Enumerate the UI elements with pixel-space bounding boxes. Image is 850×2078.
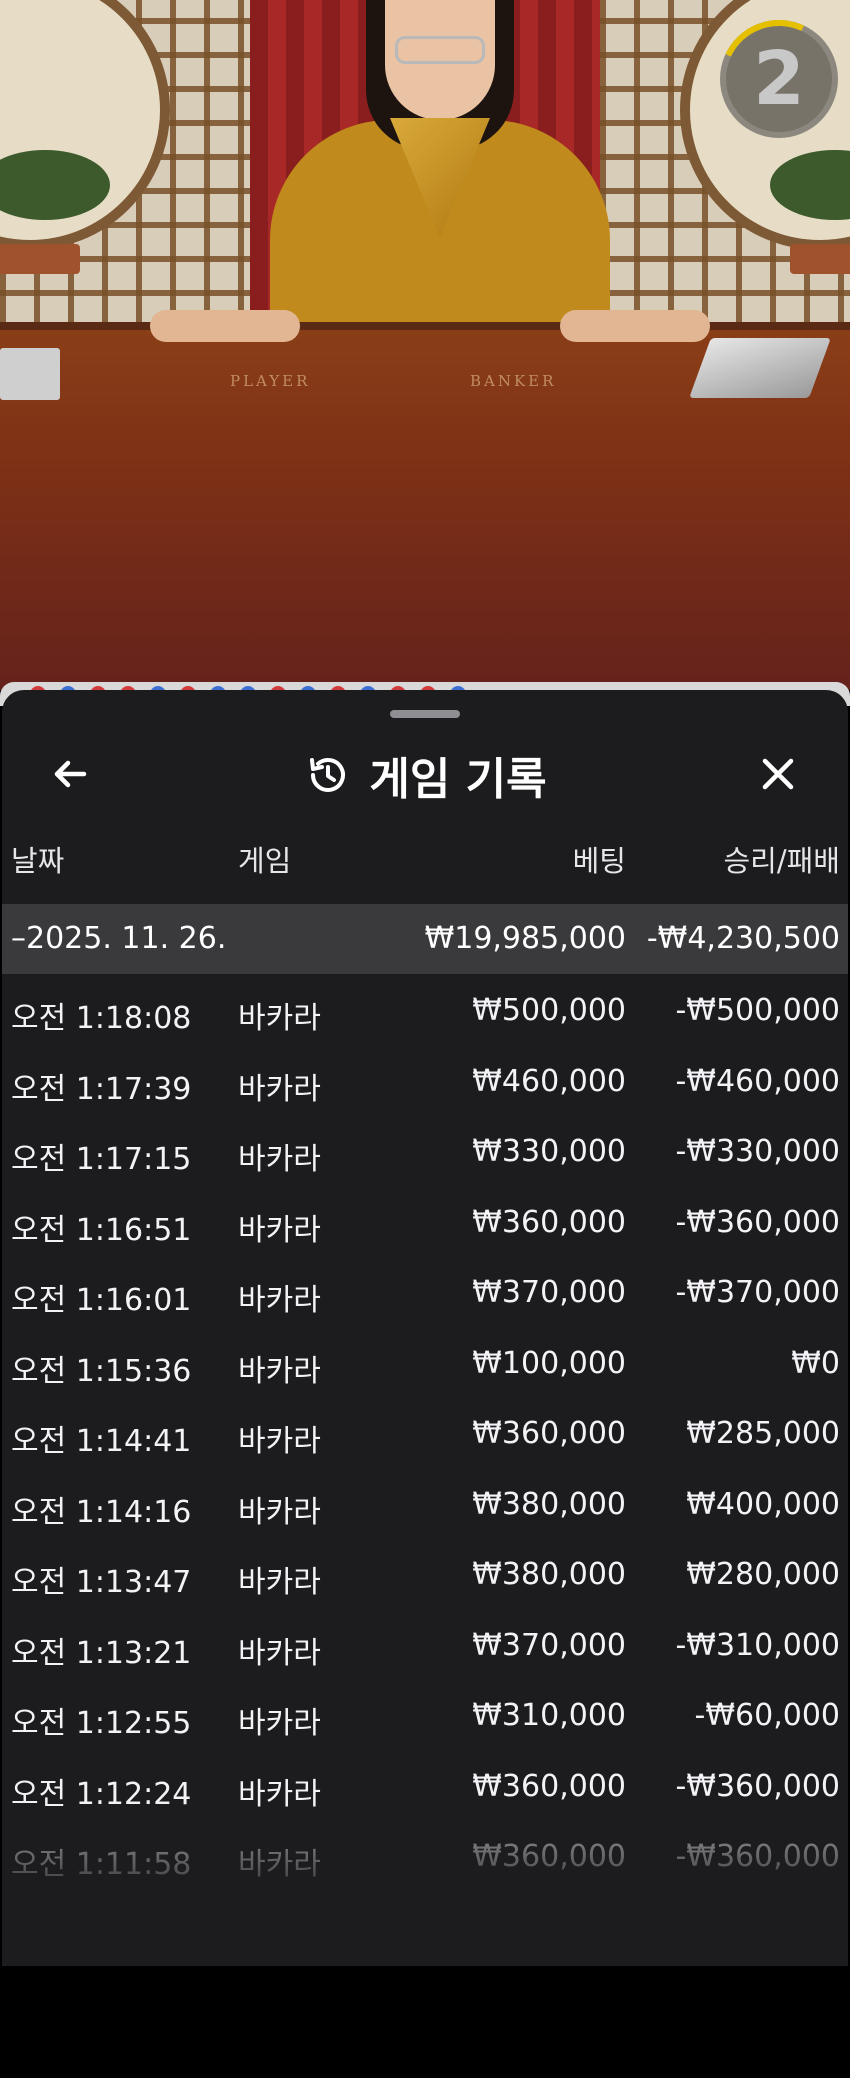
row-game: 바카라 xyxy=(238,1212,321,1248)
history-row[interactable]: 오전 1:13:47 바카라 ₩380,000 ₩280,000 xyxy=(2,1538,848,1609)
row-bet: ₩100,000 xyxy=(472,1345,626,1381)
column-header-bet: 베팅 xyxy=(572,844,626,878)
panel-header: 게임 기록 xyxy=(2,740,848,810)
bonsai-pot-right xyxy=(790,244,850,274)
close-button[interactable] xyxy=(750,746,806,802)
row-result: -₩370,000 xyxy=(675,1275,840,1310)
row-result: ₩400,000 xyxy=(686,1486,840,1522)
round-timer-number: 2 xyxy=(753,36,805,122)
row-bet: ₩360,000 xyxy=(472,1416,626,1451)
row-game: 바카라 xyxy=(238,1142,321,1177)
dealer-arm-right xyxy=(560,310,710,342)
row-bet: ₩370,000 xyxy=(472,1275,626,1310)
live-video-feed: PLAYER BANKER 2 xyxy=(0,0,850,690)
history-row[interactable]: 오전 1:14:16 바카라 ₩380,000 ₩400,000 xyxy=(2,1468,848,1539)
table-header: 날짜 게임 베팅 승리/패배 xyxy=(2,838,848,888)
row-game: 바카라 xyxy=(238,1283,321,1318)
row-result: ₩285,000 xyxy=(686,1416,840,1451)
history-row[interactable]: 오전 1:15:36 바카라 ₩100,000 ₩0 xyxy=(2,1327,848,1398)
row-result: -₩500,000 xyxy=(675,993,840,1028)
row-time: 오전 1:12:55 xyxy=(11,1706,192,1741)
panel-title: 게임 기록 xyxy=(369,754,547,805)
history-row[interactable]: 오전 1:17:39 바카라 ₩460,000 -₩460,000 xyxy=(2,1045,848,1116)
summary-bet-total: ₩19,985,000 xyxy=(424,921,626,956)
row-result: -₩60,000 xyxy=(694,1698,840,1733)
row-game: 바카라 xyxy=(238,1776,321,1812)
column-header-game: 게임 xyxy=(238,844,292,878)
row-game: 바카라 xyxy=(238,1635,321,1671)
table-label-banker: BANKER xyxy=(470,372,557,390)
row-bet: ₩330,000 xyxy=(472,1134,626,1169)
row-time: 오전 1:11:58 xyxy=(11,1847,192,1882)
row-result: -₩310,000 xyxy=(675,1627,840,1663)
row-game: 바카라 xyxy=(238,1494,321,1530)
row-result: ₩0 xyxy=(791,1345,840,1381)
game-history-panel: 게임 기록 날짜 게임 베팅 승리/패배 –2025. 11. 26. ₩19,… xyxy=(2,690,848,1966)
row-time: 오전 1:15:36 xyxy=(11,1353,192,1389)
history-row[interactable]: 오전 1:14:41 바카라 ₩360,000 ₩285,000 xyxy=(2,1397,848,1468)
bottom-safe-area xyxy=(0,1966,850,2078)
history-row[interactable]: 오전 1:11:58 바카라 ₩360,000 -₩360,000 xyxy=(2,1820,848,1891)
row-time: 오전 1:16:01 xyxy=(11,1283,192,1318)
history-row[interactable]: 오전 1:12:24 바카라 ₩360,000 -₩360,000 xyxy=(2,1750,848,1821)
row-result: -₩460,000 xyxy=(675,1063,840,1099)
close-x-icon xyxy=(762,758,794,790)
history-row[interactable]: 오전 1:18:08 바카라 ₩500,000 -₩500,000 xyxy=(2,974,848,1045)
row-game: 바카라 xyxy=(238,1071,321,1107)
row-bet: ₩310,000 xyxy=(472,1698,626,1733)
history-clock-icon xyxy=(310,758,346,792)
row-bet: ₩500,000 xyxy=(472,993,626,1028)
row-bet: ₩360,000 xyxy=(472,1204,626,1240)
row-bet: ₩380,000 xyxy=(472,1557,626,1592)
row-game: 바카라 xyxy=(238,1706,321,1741)
dealer-glasses xyxy=(395,36,485,64)
row-game: 바카라 xyxy=(238,1353,321,1389)
summary-result-total: -₩4,230,500 xyxy=(646,921,840,956)
row-time: 오전 1:12:24 xyxy=(11,1776,192,1812)
row-time: 오전 1:17:15 xyxy=(11,1142,192,1177)
history-row[interactable]: 오전 1:16:01 바카라 ₩370,000 -₩370,000 xyxy=(2,1256,848,1327)
summary-date: –2025. 11. 26. xyxy=(11,921,227,956)
card-tray xyxy=(0,348,60,400)
table-label-player: PLAYER xyxy=(230,372,311,390)
history-row[interactable]: 오전 1:12:55 바카라 ₩310,000 -₩60,000 xyxy=(2,1679,848,1750)
card-shoe xyxy=(689,338,831,398)
dealer-arm-left xyxy=(150,310,300,342)
row-time: 오전 1:13:47 xyxy=(11,1565,192,1600)
row-time: 오전 1:14:41 xyxy=(11,1424,192,1459)
row-bet: ₩460,000 xyxy=(472,1063,626,1099)
row-result: -₩360,000 xyxy=(675,1768,840,1804)
row-bet: ₩360,000 xyxy=(472,1839,626,1874)
row-game: 바카라 xyxy=(238,1424,321,1459)
row-time: 오전 1:17:39 xyxy=(11,1071,192,1107)
row-game: 바카라 xyxy=(238,1847,321,1882)
column-header-result: 승리/패배 xyxy=(723,844,841,878)
row-game: 바카라 xyxy=(238,1565,321,1600)
column-header-date: 날짜 xyxy=(11,844,65,878)
row-game: 바카라 xyxy=(238,1001,321,1036)
row-result: -₩330,000 xyxy=(675,1134,840,1169)
row-time: 오전 1:14:16 xyxy=(11,1494,192,1530)
row-result: -₩360,000 xyxy=(675,1839,840,1874)
bonsai-pot-left xyxy=(0,244,80,274)
row-bet: ₩380,000 xyxy=(472,1486,626,1522)
date-summary-row[interactable]: –2025. 11. 26. ₩19,985,000 -₩4,230,500 xyxy=(2,904,848,974)
row-bet: ₩360,000 xyxy=(472,1768,626,1804)
row-time: 오전 1:13:21 xyxy=(11,1635,192,1671)
row-result: -₩360,000 xyxy=(675,1204,840,1240)
history-row[interactable]: 오전 1:13:21 바카라 ₩370,000 -₩310,000 xyxy=(2,1609,848,1680)
row-result: ₩280,000 xyxy=(686,1557,840,1592)
drag-handle[interactable] xyxy=(390,710,460,718)
row-bet: ₩370,000 xyxy=(472,1627,626,1663)
row-time: 오전 1:18:08 xyxy=(11,1001,192,1036)
history-row[interactable]: 오전 1:16:51 바카라 ₩360,000 -₩360,000 xyxy=(2,1186,848,1257)
history-row[interactable]: 오전 1:17:15 바카라 ₩330,000 -₩330,000 xyxy=(2,1115,848,1186)
history-list: 오전 1:18:08 바카라 ₩500,000 -₩500,000 오전 1:1… xyxy=(2,974,848,1891)
row-time: 오전 1:16:51 xyxy=(11,1212,192,1248)
